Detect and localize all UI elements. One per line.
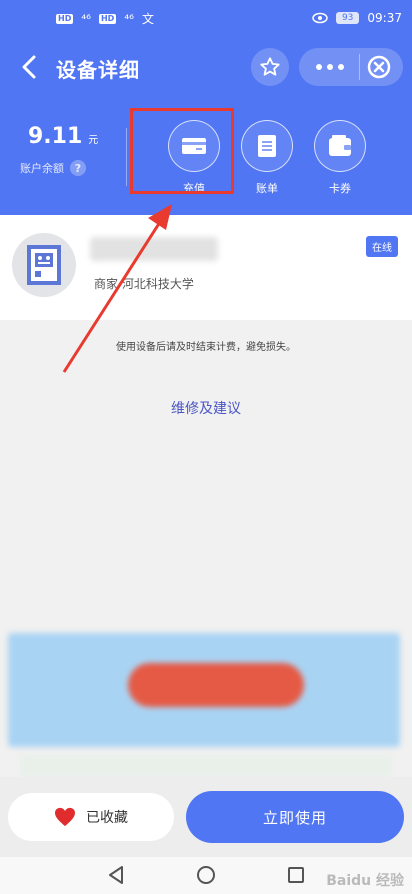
nav-recent-button[interactable]	[286, 865, 306, 885]
bottom-action-bar: 已收藏 立即使用	[0, 777, 412, 857]
square-recent-icon	[288, 867, 304, 883]
watermark: Baidu 经验	[326, 873, 404, 889]
ad-banner[interactable]	[8, 633, 400, 747]
nav-back-button[interactable]	[106, 865, 126, 885]
triangle-back-icon	[109, 866, 123, 884]
favorite-button[interactable]: 已收藏	[8, 793, 174, 841]
usage-notice: 使用设备后请及时结束计费，避免损失。	[116, 342, 296, 353]
repair-link[interactable]: 维修及建议	[0, 398, 412, 418]
use-now-button[interactable]: 立即使用	[186, 791, 404, 843]
ad-button-blurred	[128, 663, 304, 707]
heart-icon	[55, 807, 75, 827]
system-nav-bar: Baidu 经验	[0, 857, 412, 894]
favorite-label: 已收藏	[86, 810, 128, 826]
nav-home-button[interactable]	[196, 865, 216, 885]
circle-home-icon	[197, 866, 215, 884]
ad-strip	[20, 755, 392, 777]
